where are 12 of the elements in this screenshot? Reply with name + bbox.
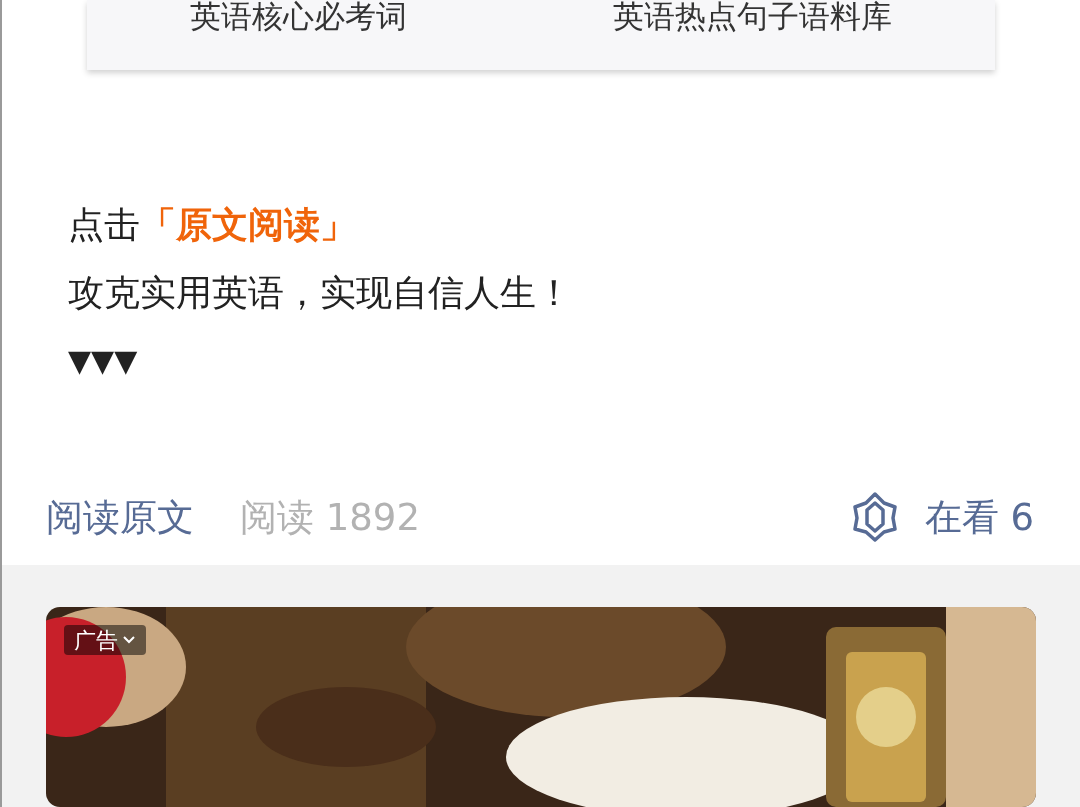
card-link[interactable]: 英语热点句子语料库 (613, 0, 892, 32)
card-link[interactable]: 英语核心必考词 (190, 0, 407, 32)
article-paragraph: 点击「原文阅读」 (68, 203, 357, 248)
chevron-down-icon (122, 635, 136, 645)
ad-label-text: 广告 (74, 626, 118, 655)
read-count: 阅读 1892 (240, 494, 420, 541)
arrow-marks: ▼▼▼ (68, 342, 139, 381)
ad-label[interactable]: 广告 (64, 625, 146, 655)
star-icon (850, 491, 899, 544)
article-paragraph: 攻克实用英语，实现自信人生！ (68, 271, 573, 316)
watching-button[interactable]: 在看 6 (850, 489, 1034, 546)
read-original-link[interactable]: 阅读原文 (46, 489, 194, 546)
